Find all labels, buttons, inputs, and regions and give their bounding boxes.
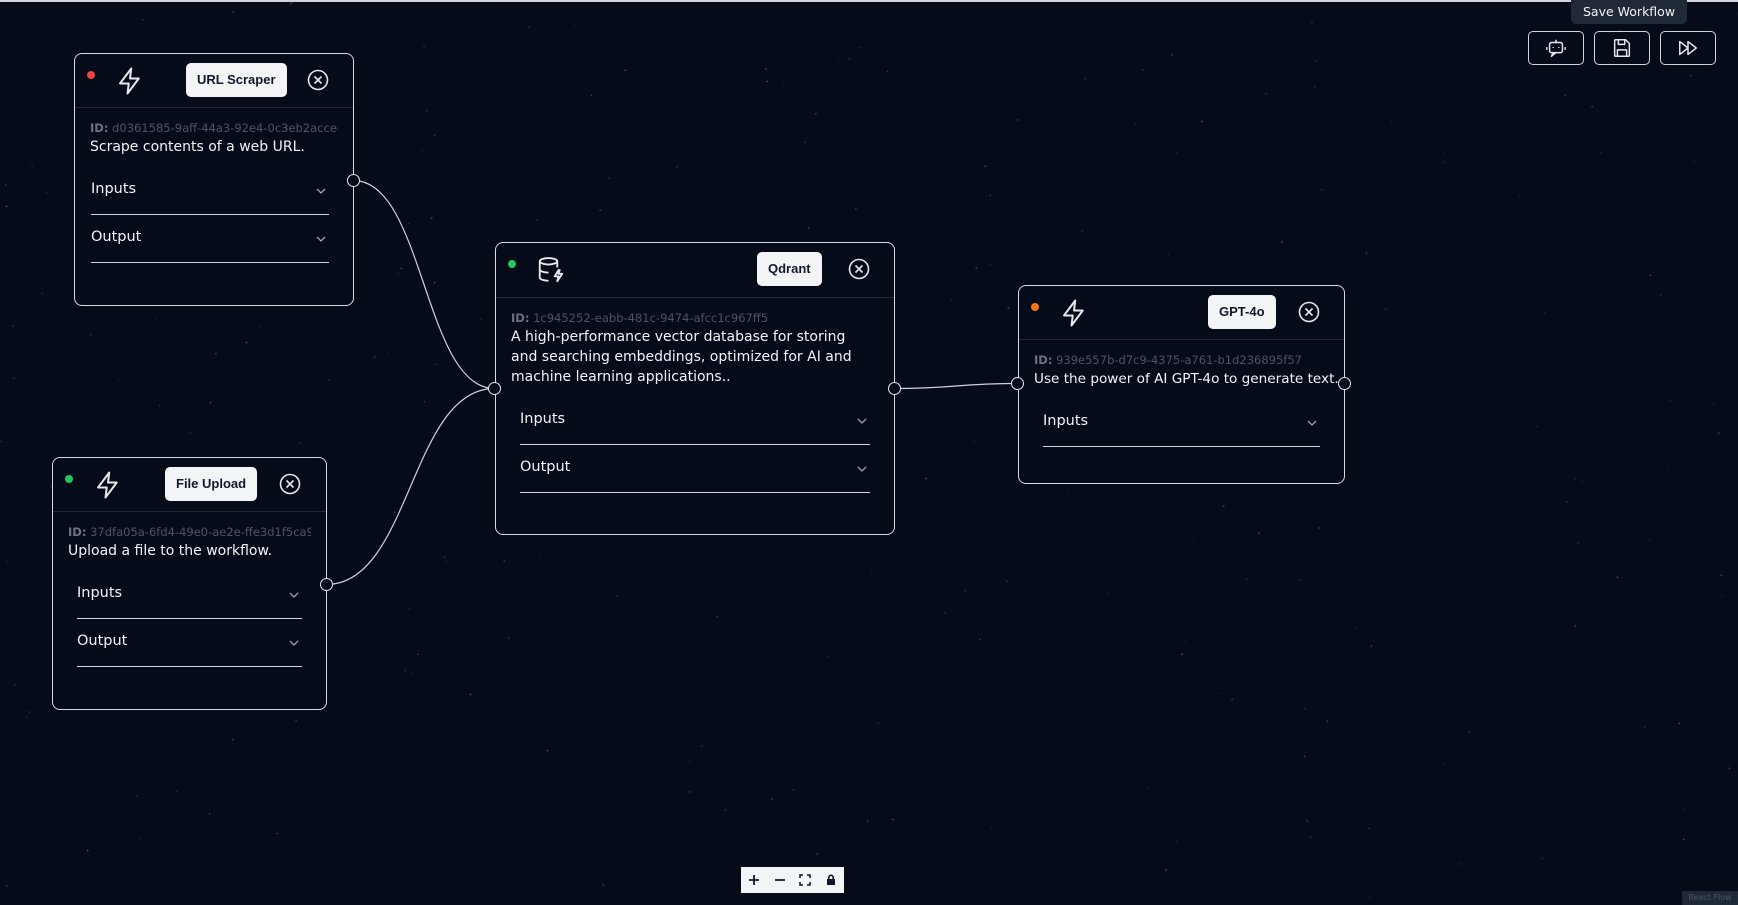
node-description: Scrape contents of a web URL. xyxy=(90,139,305,155)
close-icon[interactable] xyxy=(278,472,302,496)
node-header: URL Scraper xyxy=(75,54,353,108)
node-header: GPT-4o xyxy=(1019,286,1344,340)
node-url-scraper[interactable]: URL Scraper ID: d0361585-9aff-44a3-92e4-… xyxy=(74,53,354,306)
save-workflow-button[interactable] xyxy=(1594,31,1650,65)
close-icon[interactable] xyxy=(1297,300,1321,324)
section-inputs[interactable]: Inputs xyxy=(91,167,329,215)
section-inputs[interactable]: Inputs xyxy=(1043,399,1320,447)
chevron-down-icon xyxy=(316,188,326,194)
bot-chat-icon xyxy=(1546,39,1566,57)
node-qdrant[interactable]: Qdrant ID: 1c945252-eabb-481c-9474-afcc1… xyxy=(495,242,895,535)
node-description: A high-performance vector database for s… xyxy=(511,329,852,385)
close-icon[interactable] xyxy=(847,257,871,281)
save-workflow-tooltip: Save Workflow xyxy=(1571,0,1688,24)
output-handle-qdrant[interactable] xyxy=(888,382,901,395)
run-forward-icon xyxy=(1679,40,1697,56)
save-icon xyxy=(1613,39,1631,57)
zoom-in-button[interactable] xyxy=(741,867,767,893)
zoom-out-icon xyxy=(774,879,785,881)
zoom-out-button[interactable] xyxy=(767,867,793,893)
input-handle-gpt-4o[interactable] xyxy=(1011,377,1024,390)
chevron-down-icon xyxy=(289,640,299,646)
zoom-in-icon xyxy=(748,875,759,885)
section-inputs[interactable]: Inputs xyxy=(520,397,870,445)
node-header: Qdrant xyxy=(496,243,894,298)
lock-button[interactable] xyxy=(818,867,844,893)
node-tag-qdrant[interactable]: Qdrant xyxy=(757,252,822,286)
section-output[interactable]: Output xyxy=(77,619,302,667)
status-dot xyxy=(508,260,516,268)
section-output[interactable]: Output xyxy=(520,445,870,493)
chevron-down-icon xyxy=(289,592,299,598)
fit-view-icon xyxy=(799,874,812,886)
input-handle-qdrant[interactable] xyxy=(488,382,501,395)
node-description: Upload a file to the workflow. xyxy=(68,543,273,559)
close-icon[interactable] xyxy=(306,68,330,92)
run-workflow-button[interactable] xyxy=(1660,31,1716,65)
output-handle-url-scraper[interactable] xyxy=(347,174,360,187)
node-header: File Upload xyxy=(53,458,326,512)
lightning-icon xyxy=(93,470,123,500)
lightning-icon xyxy=(115,66,145,96)
status-dot xyxy=(87,71,95,79)
lightning-icon xyxy=(1059,298,1089,328)
node-tag-gpt-4o[interactable]: GPT-4o xyxy=(1208,295,1276,329)
chevron-down-icon xyxy=(1307,420,1317,426)
node-id: ID: 1c945252-eabb-481c-9474-afcc1c967ff5 xyxy=(511,311,769,325)
node-id: ID: 939e557b-d7c9-4375-a761-b1d236895f57 xyxy=(1034,353,1302,367)
fit-view-button[interactable] xyxy=(793,867,819,893)
chevron-down-icon xyxy=(857,466,867,472)
react-flow-attribution[interactable]: React Flow xyxy=(1682,891,1738,905)
database-lightning-icon xyxy=(536,255,566,285)
output-handle-file-upload[interactable] xyxy=(320,578,333,591)
section-inputs[interactable]: Inputs xyxy=(77,571,302,619)
node-id: ID: 37dfa05a-6fd4-49e0-ae2e-ffe3d1f5ca91 xyxy=(68,525,311,539)
section-output[interactable]: Output xyxy=(91,215,329,263)
status-dot xyxy=(1031,303,1039,311)
chevron-down-icon xyxy=(857,418,867,424)
lock-icon xyxy=(827,874,836,885)
node-id: ID: d0361585-9aff-44a3-92e4-0c3eb2acceec xyxy=(90,121,338,135)
node-gpt-4o[interactable]: GPT-4o ID: 939e557b-d7c9-4375-a761-b1d23… xyxy=(1018,285,1345,484)
node-file-upload[interactable]: File Upload ID: 37dfa05a-6fd4-49e0-ae2e-… xyxy=(52,457,327,710)
node-tag-url-scraper[interactable]: URL Scraper xyxy=(186,63,287,97)
flow-controls xyxy=(741,867,844,893)
status-dot xyxy=(65,475,73,483)
chevron-down-icon xyxy=(316,236,326,242)
node-tag-file-upload[interactable]: File Upload xyxy=(165,467,258,501)
output-handle-gpt-4o[interactable] xyxy=(1338,377,1351,390)
node-description: Use the power of AI GPT-4o to generate t… xyxy=(1034,371,1339,387)
bot-chat-button[interactable] xyxy=(1528,31,1584,65)
